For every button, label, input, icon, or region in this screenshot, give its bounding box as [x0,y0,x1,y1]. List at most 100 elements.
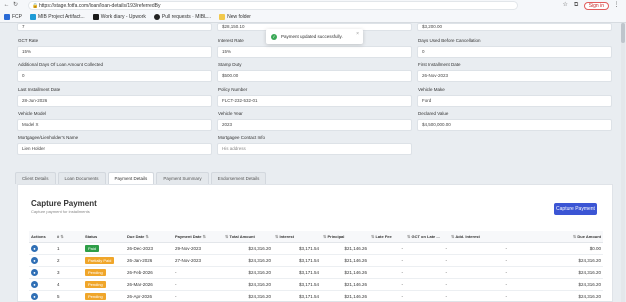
due-date-cell: 26-Mar-2026 [125,278,173,291]
table-row: ● 4 Pending 26-Mar-2026- $24,316.20 $3,171.54… [29,278,603,291]
sort-icon: ⇅ [145,233,149,239]
github-icon [153,14,160,20]
input-row0-col1[interactable]: 7 [17,23,212,31]
label-last-installment: Last Installment Date [18,87,61,92]
col-due-date[interactable]: Due Date ⇅ [125,231,173,243]
extensions-icon[interactable]: ⧉ [573,2,580,9]
input-days-used[interactable]: 0 [417,46,612,58]
status-badge: Pending [85,280,106,288]
principal-cell: $21,146.26 [321,254,369,267]
input-last-installment[interactable]: 28-Jun-2026 [17,95,212,107]
due-amount-cell: $24,316.20 [509,254,603,267]
menu-icon[interactable]: ⋮ [613,2,620,9]
row-action-icon[interactable]: ● [31,280,38,288]
label-vehicle-year: Vehicle Year [218,111,243,116]
col-principal[interactable]: ⇅ Principal [321,231,369,243]
sign-in-button[interactable]: Sign in [583,1,609,10]
col-late-fee[interactable]: ⇅ Late Fee [369,231,405,243]
input-vehicle-year[interactable]: 2023 [217,119,412,131]
interest-cell: $3,171.54 [273,278,321,291]
bookmark-mib[interactable]: MIB Project Artifact... [30,14,85,20]
tab-payment-summary[interactable]: Payment Summary [156,172,209,184]
col-gct-late[interactable]: ⇅ GCT on Late ... [405,231,449,243]
status-cell: Pending [83,266,125,279]
url-text: https://stage.fotfa.com/loan/loan-detail… [39,3,161,9]
col-due-amount[interactable]: ⇅ Due Amount [509,231,603,243]
payment-date-cell: - [173,266,223,279]
total-amount-cell: $24,316.20 [223,254,273,267]
late-fee-cell: - [369,254,405,267]
input-vehicle-make[interactable]: Ford [417,95,612,107]
principal-cell: $21,146.26 [321,290,369,302]
total-amount-cell: $24,316.20 [223,278,273,291]
input-first-installment[interactable]: 26-Nov-2023 [417,70,612,82]
total-amount-cell: $24,316.20 [223,242,273,255]
row-action-icon[interactable]: ● [31,268,38,276]
sort-icon: ⇅ [451,233,455,239]
success-toast: ✓ Payment updated successfully. × [266,29,363,44]
input-gct-rate[interactable]: 15% [17,46,212,58]
input-declared-value[interactable]: $4,500,000.00 [417,119,612,131]
card-title: Capture Payment [31,199,97,208]
tab-loan-documents[interactable]: Loan Documents [57,172,106,184]
bookmark-folder[interactable]: New folder [219,14,251,20]
bookmark-fcp[interactable]: FCP [4,14,22,20]
principal-cell: $21,146.26 [321,242,369,255]
reload-icon[interactable]: ↻ [12,2,19,9]
label-first-installment: First Installment Date [418,62,461,67]
col-total-amount[interactable]: ⇅ Total Amount [223,231,273,243]
input-mortgagee-contact[interactable]: His address [217,143,412,155]
input-additional-days[interactable]: 0 [17,70,212,82]
input-stamp-duty[interactable]: $500.00 [217,70,412,82]
page-scrollbar[interactable] [621,23,625,302]
label-lienholder-name: Mortgagee/Lienholder's Name [18,135,79,140]
sort-icon: ⇅ [371,233,375,239]
col-payment-date[interactable]: Payment Date ⇅ [173,231,223,243]
due-amount-cell: $24,316.20 [509,266,603,279]
interest-cell: $3,171.54 [273,290,321,302]
number-cell: 4 [55,278,83,291]
fcp-icon [4,14,10,20]
bookmark-upwork[interactable]: Work diary - Upwork [92,14,146,20]
bookmark-github[interactable]: Pull requests · MIBL... [153,14,211,20]
address-bar[interactable]: 🔒 https://stage.fotfa.com/loan/loan-deta… [28,1,518,10]
sort-icon: ⇅ [323,233,327,239]
scrollbar-thumb[interactable] [621,23,625,43]
col-add-interest[interactable]: ⇅ Add. Interest [449,231,509,243]
label-vehicle-model: Vehicle Model [18,111,47,116]
table-row: ● 5 Pending 26-Apr-2026- $24,316.20 $3,171.54… [29,290,603,302]
row-action-icon[interactable]: ● [31,244,38,252]
input-row0-col3[interactable]: $3,200.00 [417,23,612,31]
label-mortgagee-contact: Mortgagee Contact Info [218,135,266,140]
loan-details-page: 7 $28,150.10 $3,200.00 GCT Rate 15% Inte… [0,23,626,302]
input-lienholder-name[interactable]: Lien Holder [17,143,212,155]
tab-client-details[interactable]: Client Details [15,172,56,184]
sort-icon: ⇅ [202,233,206,239]
due-date-cell: 26-Dec-2023 [125,242,173,255]
gct-late-cell: - [405,254,449,267]
upwork-icon [92,14,99,20]
sort-icon: ⇅ [225,233,229,239]
col-interest[interactable]: ⇅ Interest [273,231,321,243]
sort-icon: ⇅ [60,233,64,239]
status-cell: Pending [83,278,125,291]
tab-payment-details[interactable]: Payment Details [107,172,155,184]
star-icon[interactable]: ☆ [562,2,569,9]
label-declared-value: Declared Value [418,111,449,116]
input-vehicle-model[interactable]: Model X [17,119,212,131]
capture-payment-button[interactable]: Capture Payment [554,203,597,215]
due-date-cell: 26-Feb-2026 [125,266,173,279]
input-policy-number[interactable]: FLCT-232-532-01 [217,95,412,107]
col-number[interactable]: # ⇅ [55,231,83,243]
label-vehicle-make: Vehicle Make [418,87,445,92]
row-action-icon[interactable]: ● [31,292,38,300]
row-action-icon[interactable]: ● [31,256,38,264]
gct-late-cell: - [405,290,449,302]
number-cell: 2 [55,254,83,267]
capture-payment-card: Capture Payment Capture payment for inst… [17,184,613,302]
back-icon[interactable]: ← [3,2,10,9]
tab-endorsement-details[interactable]: Endorsement Details [210,172,267,184]
add-interest-cell: - [449,266,509,279]
input-interest-rate[interactable]: 15% [217,46,412,58]
close-icon[interactable]: × [356,31,359,37]
